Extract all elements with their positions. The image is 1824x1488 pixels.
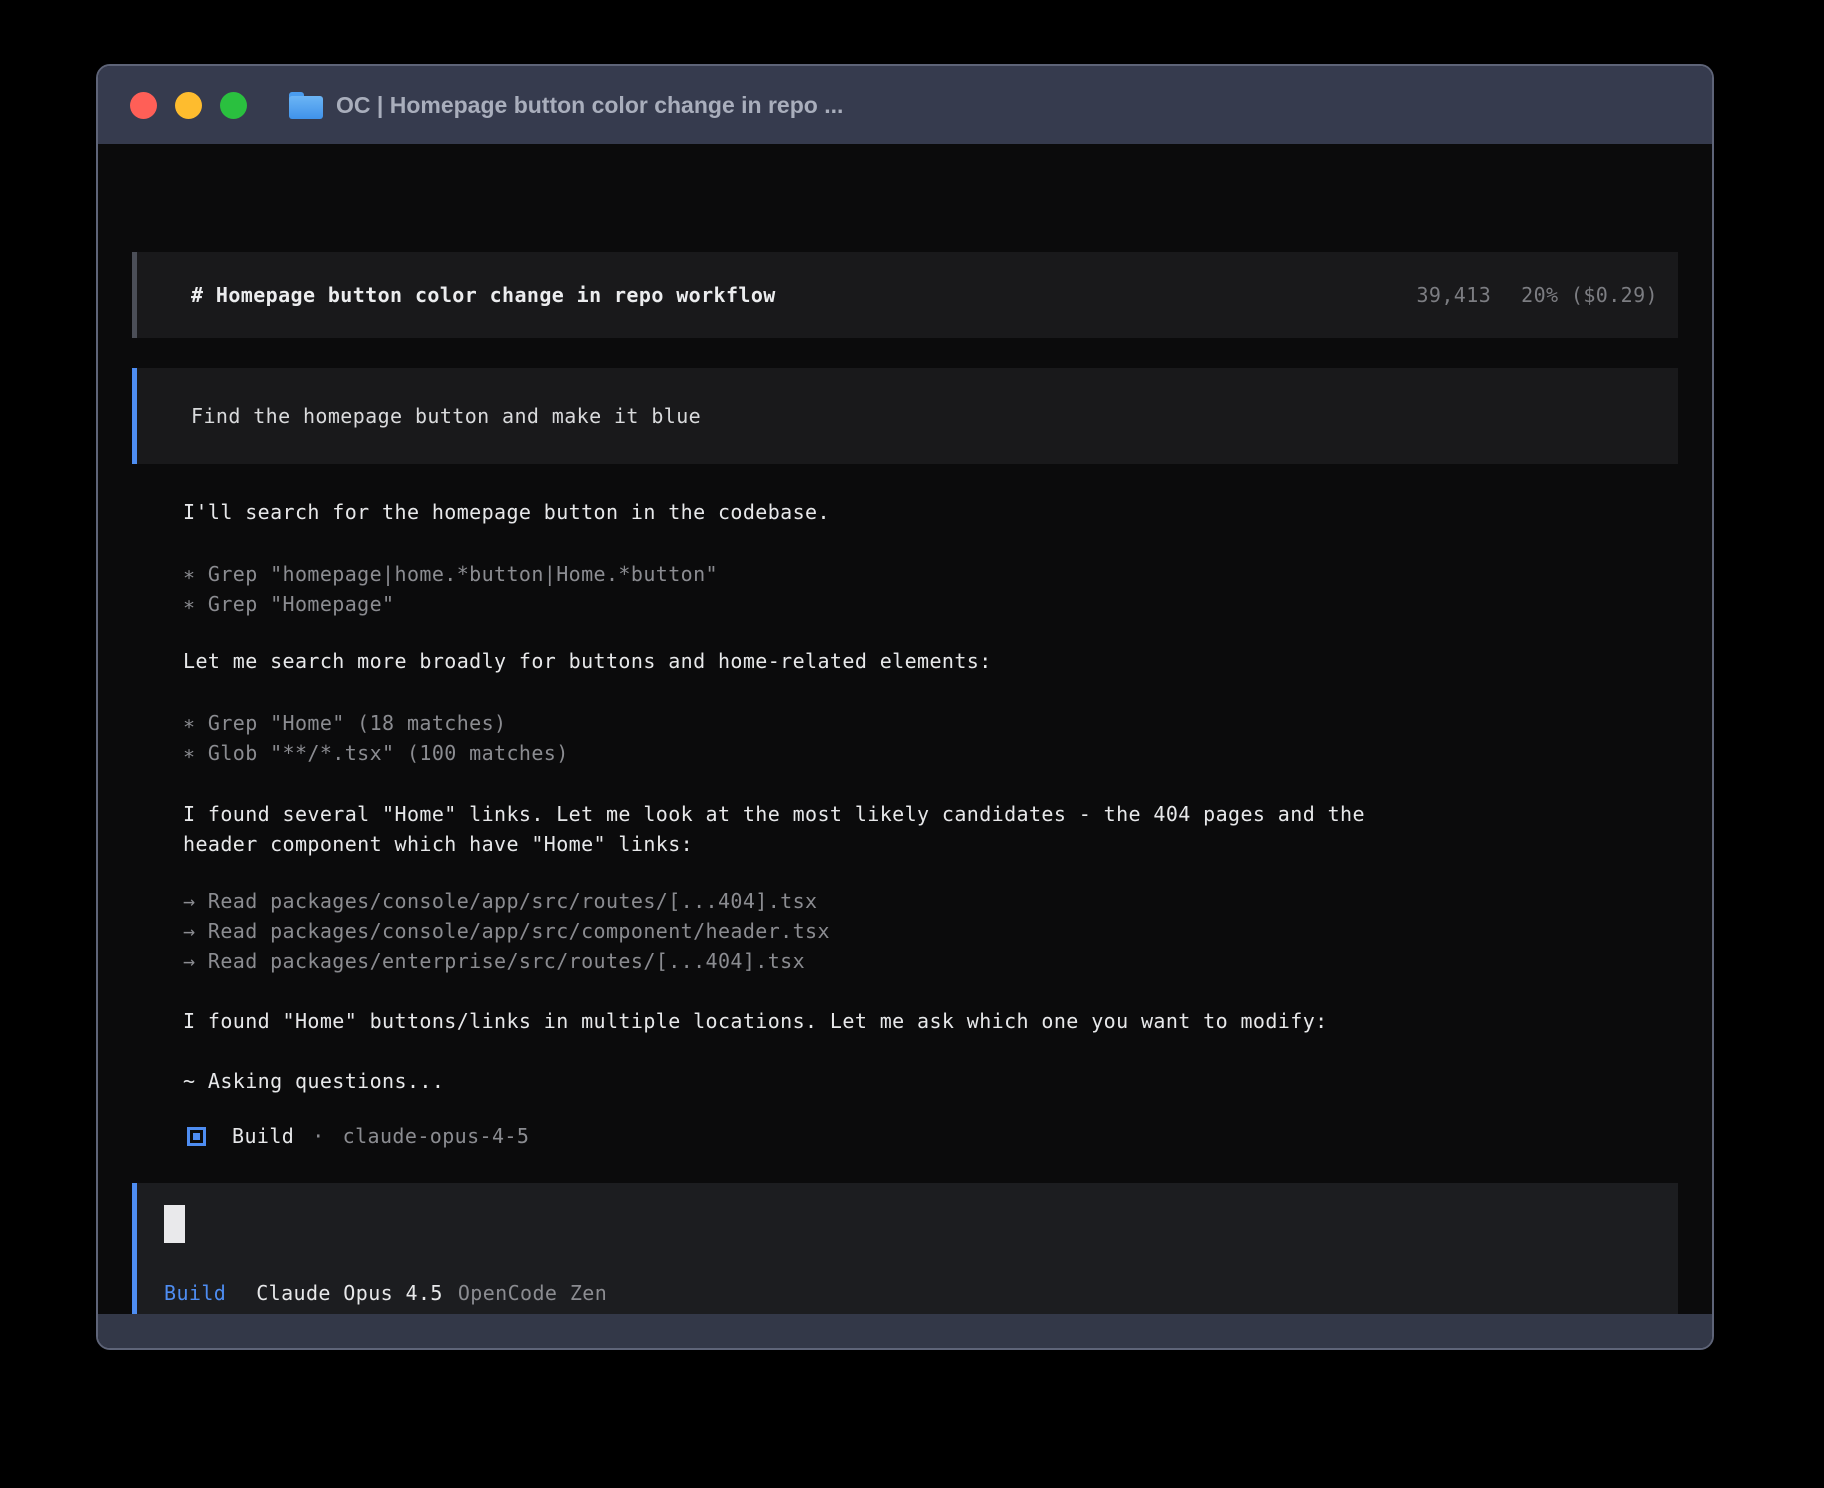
terminal-content: # Homepage button color change in repo w… — [98, 144, 1712, 1316]
token-count: 39,413 — [1416, 283, 1491, 307]
minimize-button[interactable] — [175, 92, 202, 119]
agent-separator: · — [312, 1124, 324, 1148]
tool-call-read: → Read packages/console/app/src/routes/[… — [183, 886, 818, 916]
input-status-row: Build Claude Opus 4.5 OpenCode Zen — [164, 1281, 607, 1305]
input-accent-bar — [132, 1183, 137, 1321]
titlebar: OC | Homepage button color change in rep… — [98, 66, 1712, 144]
input-mode: Build — [164, 1281, 226, 1305]
input-provider: OpenCode Zen — [458, 1281, 607, 1305]
context-cost: 20% ($0.29) — [1521, 283, 1658, 307]
agent-model: claude-opus-4-5 — [343, 1124, 530, 1148]
status-asking-questions: ~ Asking questions... — [183, 1066, 444, 1096]
folder-icon — [289, 92, 323, 119]
header-accent-bar — [132, 252, 137, 338]
session-title: # Homepage button color change in repo w… — [191, 283, 776, 307]
assistant-text: Let me search more broadly for buttons a… — [183, 646, 992, 676]
agent-status-row: Build · claude-opus-4-5 — [187, 1124, 529, 1148]
build-agent-icon — [187, 1127, 206, 1146]
traffic-lights — [130, 92, 247, 119]
zoom-button[interactable] — [220, 92, 247, 119]
input-model: Claude Opus 4.5 — [256, 1281, 443, 1305]
tool-call-read: → Read packages/enterprise/src/routes/[.… — [183, 946, 805, 976]
close-button[interactable] — [130, 92, 157, 119]
prompt-input[interactable]: Build Claude Opus 4.5 OpenCode Zen — [132, 1183, 1678, 1321]
tool-call-grep: ∗ Grep "homepage|home.*button|Home.*butt… — [183, 559, 718, 589]
terminal-window: OC | Homepage button color change in rep… — [96, 64, 1714, 1350]
assistant-text: header component which have "Home" links… — [183, 829, 693, 859]
user-message-text: Find the homepage button and make it blu… — [191, 404, 701, 428]
text-cursor — [164, 1205, 185, 1243]
tool-call-grep: ∗ Grep "Home" (18 matches) — [183, 708, 506, 738]
assistant-text: I found several "Home" links. Let me loo… — [183, 799, 1365, 829]
session-stats: 39,413 20% ($0.29) — [1416, 283, 1658, 307]
user-accent-bar — [132, 368, 137, 464]
tool-call-glob: ∗ Glob "**/*.tsx" (100 matches) — [183, 738, 569, 768]
tool-call-read: → Read packages/console/app/src/componen… — [183, 916, 830, 946]
assistant-text: I'll search for the homepage button in t… — [183, 497, 830, 527]
title-group: OC | Homepage button color change in rep… — [289, 92, 843, 119]
user-message: Find the homepage button and make it blu… — [132, 368, 1678, 464]
window-title: OC | Homepage button color change in rep… — [336, 92, 843, 119]
agent-name: Build — [232, 1124, 294, 1148]
tool-call-grep: ∗ Grep "Homepage" — [183, 589, 395, 619]
session-header: # Homepage button color change in repo w… — [132, 252, 1678, 338]
window-bottom-bar — [98, 1314, 1712, 1348]
assistant-text: I found "Home" buttons/links in multiple… — [183, 1006, 1328, 1036]
